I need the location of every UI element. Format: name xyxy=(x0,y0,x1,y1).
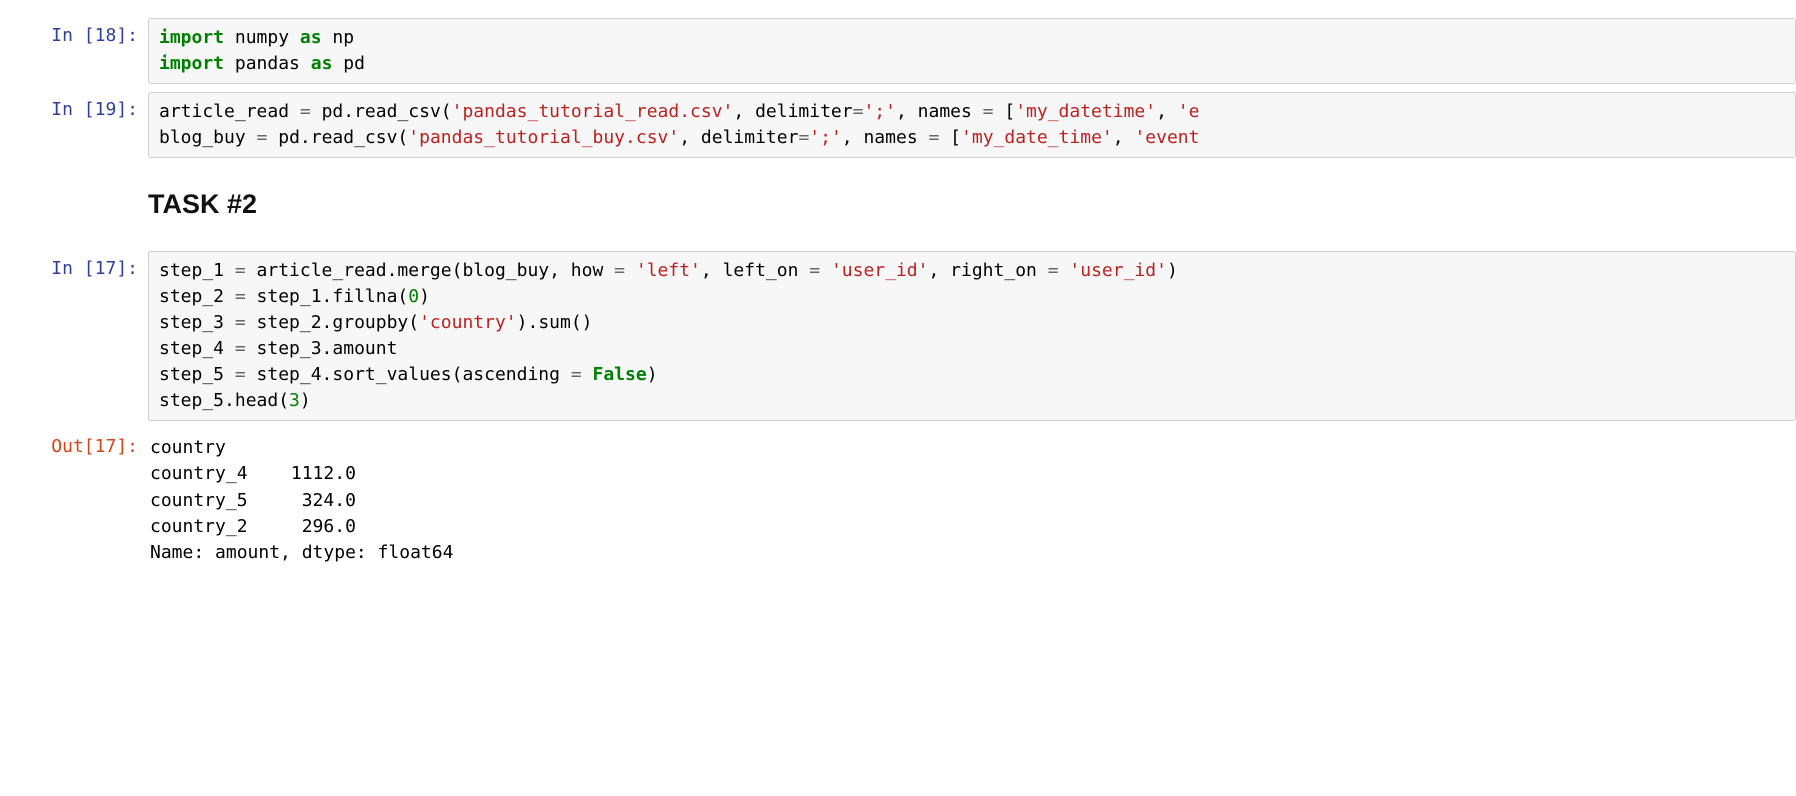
code-content[interactable]: step_1 = article_read.merge(blog_buy, ho… xyxy=(159,258,1785,415)
code-cell: In [18]: import numpy as np import panda… xyxy=(0,14,1796,88)
markdown-cell: TASK #2 xyxy=(0,162,1796,246)
code-input-area[interactable]: article_read = pd.read_csv('pandas_tutor… xyxy=(148,92,1796,158)
output-text: country country_4 1112.0 country_5 324.0… xyxy=(150,435,1786,565)
code-cell: In [19]: article_read = pd.read_csv('pan… xyxy=(0,88,1796,162)
code-input-area[interactable]: import numpy as np import pandas as pd xyxy=(148,18,1796,84)
markdown-content[interactable]: TASK #2 xyxy=(148,186,257,222)
input-prompt: In [17]: xyxy=(0,251,148,281)
output-cell: Out[17]: country country_4 1112.0 countr… xyxy=(0,425,1796,575)
code-content[interactable]: article_read = pd.read_csv('pandas_tutor… xyxy=(159,99,1785,151)
input-prompt: In [18]: xyxy=(0,18,148,48)
code-content[interactable]: import numpy as np import pandas as pd xyxy=(159,25,1785,77)
code-cell: In [17]: step_1 = article_read.merge(blo… xyxy=(0,247,1796,426)
code-input-area[interactable]: step_1 = article_read.merge(blog_buy, ho… xyxy=(148,251,1796,422)
input-prompt: In [19]: xyxy=(0,92,148,122)
output-text-area: country country_4 1112.0 country_5 324.0… xyxy=(148,429,1796,571)
jupyter-notebook: In [18]: import numpy as np import panda… xyxy=(0,0,1796,576)
task-heading: TASK #2 xyxy=(148,186,257,222)
output-prompt: Out[17]: xyxy=(0,429,148,459)
